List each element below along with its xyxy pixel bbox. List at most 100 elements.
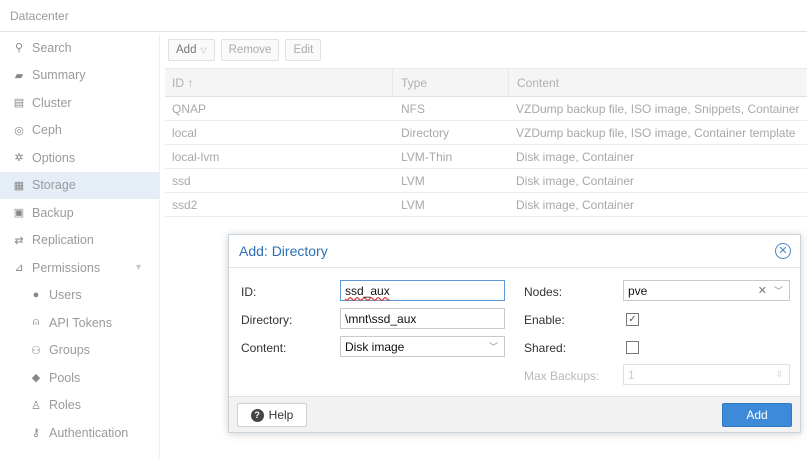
id-field-value: ssd_aux	[345, 283, 390, 298]
book-icon: ▰	[14, 69, 24, 82]
nodes-select[interactable]: pve ✕ ﹀	[623, 280, 790, 301]
content-select-value: Disk image	[345, 339, 405, 354]
breadcrumb: Datacenter	[0, 0, 807, 32]
content-select[interactable]: Disk image ﹀	[340, 336, 505, 357]
unlock-icon: ⊿	[14, 262, 24, 275]
sidebar-item-ceph[interactable]: ◎ Ceph	[0, 117, 159, 145]
cell-id: ssd2	[172, 197, 198, 212]
sidebar-item-label: Ceph	[32, 123, 62, 138]
sidebar-item-roles[interactable]: ♙ Roles	[0, 392, 159, 420]
clear-icon[interactable]: ✕	[758, 284, 767, 297]
sidebar-item-label: Cluster	[32, 95, 72, 110]
chevron-down-icon[interactable]: ▼	[134, 262, 143, 272]
id-label: ID:	[241, 285, 257, 299]
database-icon: ▦	[13, 179, 25, 192]
cell-content: VZDump backup file, ISO image, Container…	[516, 125, 796, 140]
storage-toolbar: Add ▽ Remove Edit	[168, 39, 322, 63]
sidebar: ⚲ Search ▰ Summary ▤ Cluster ◎ Ceph ✲ Options…	[0, 34, 160, 458]
column-header-type[interactable]: Type	[392, 69, 508, 96]
dialog-title: Add: Directory	[229, 235, 800, 268]
edit-button[interactable]: Edit	[285, 39, 322, 61]
sidebar-item-pools[interactable]: ◆ Pools	[0, 364, 159, 392]
dialog-add-button[interactable]: Add	[722, 403, 792, 427]
cell-id: local-lvm	[172, 149, 220, 164]
sidebar-item-label: Pools	[49, 370, 81, 385]
enable-label: Enable:	[524, 313, 565, 327]
sidebar-item-backup[interactable]: ▣ Backup	[0, 199, 159, 227]
column-header-id[interactable]: ID ↑	[165, 76, 392, 90]
sidebar-item-options[interactable]: ✲ Options	[0, 144, 159, 172]
grid-header: ID ↑ Type Content	[165, 68, 807, 97]
tags-icon: ◆	[31, 372, 41, 385]
column-header-content[interactable]: Content	[508, 69, 807, 96]
sidebar-item-label: Authentication	[49, 425, 129, 440]
sidebar-item-label: Backup	[32, 205, 74, 220]
sidebar-item-api-tokens[interactable]: ⍝ API Tokens	[0, 309, 159, 337]
sidebar-item-permissions[interactable]: ⊿ Permissions ▼	[0, 254, 159, 282]
content-label: Content:	[241, 341, 287, 355]
remove-button[interactable]: Remove	[220, 39, 280, 61]
dialog-footer: ? Help Add	[229, 396, 800, 432]
max-backups-value: 1	[628, 367, 635, 382]
sidebar-item-users[interactable]: ● Users	[0, 282, 159, 310]
sidebar-item-label: Groups	[49, 343, 90, 358]
sidebar-item-label: Roles	[49, 398, 81, 413]
table-row[interactable]: QNAP NFS VZDump backup file, ISO image, Sn…	[165, 97, 807, 121]
nodes-label: Nodes:	[524, 285, 563, 299]
add-button-label: Add	[176, 44, 197, 56]
cell-type: Directory	[401, 125, 450, 140]
gear-icon: ✲	[14, 152, 24, 165]
storage-grid: ID ↑ Type Content QNAP NFS VZDump backup f…	[165, 68, 807, 217]
help-button-label: Help	[268, 408, 294, 422]
add-directory-dialog: Add: Directory ✕ ID: ssd_aux Directory: …	[228, 234, 801, 433]
cell-content: VZDump backup file, ISO image, Snippets,…	[516, 101, 800, 116]
cell-type: NFS	[401, 101, 425, 116]
sidebar-item-label: Permissions	[32, 260, 101, 275]
sidebar-item-label: Users	[49, 288, 82, 303]
spinner-icon: ⇳	[775, 369, 783, 379]
close-icon[interactable]: ✕	[775, 243, 791, 259]
server-icon: ▤	[13, 97, 25, 110]
sidebar-item-label: API Tokens	[49, 315, 113, 330]
table-row[interactable]: ssd LVM Disk image, Container	[165, 169, 807, 193]
help-button[interactable]: ? Help	[237, 403, 307, 427]
directory-field[interactable]: \mnt\ssd_aux	[340, 308, 505, 329]
cell-id: ssd	[172, 173, 191, 188]
cell-type: LVM-Thin	[401, 149, 453, 164]
sidebar-item-label: Storage	[32, 178, 76, 193]
enable-checkbox[interactable]: ✓	[626, 313, 639, 326]
chevron-down-icon[interactable]: ﹀	[774, 284, 783, 297]
male-icon: ♙	[31, 399, 41, 412]
cell-content: Disk image, Container	[516, 149, 635, 164]
id-field[interactable]: ssd_aux	[340, 280, 505, 301]
ceph-icon: ◎	[14, 124, 24, 137]
sidebar-item-label: Search	[32, 40, 72, 55]
max-backups-field[interactable]: 1 ⇳	[623, 364, 790, 385]
sidebar-item-storage[interactable]: ▦ Storage	[0, 171, 159, 199]
table-row[interactable]: local-lvm LVM-Thin Disk image, Container	[165, 145, 807, 169]
chevron-down-icon: ▽	[200, 45, 207, 55]
table-row[interactable]: local Directory VZDump backup file, ISO im…	[165, 121, 807, 145]
sidebar-item-label: Summary	[32, 68, 86, 83]
sidebar-item-authentication[interactable]: ⚷ Authentication	[0, 419, 159, 447]
max-backups-label: Max Backups:	[524, 369, 600, 383]
shared-checkbox[interactable]	[626, 341, 639, 354]
directory-label: Directory:	[241, 313, 293, 327]
search-icon: ⚲	[14, 42, 24, 55]
sidebar-item-label: Replication	[32, 233, 94, 248]
sidebar-item-summary[interactable]: ▰ Summary	[0, 62, 159, 90]
sidebar-item-cluster[interactable]: ▤ Cluster	[0, 89, 159, 117]
sidebar-item-groups[interactable]: ⚇ Groups	[0, 337, 159, 365]
shared-label: Shared:	[524, 341, 567, 355]
table-row[interactable]: ssd2 LVM Disk image, Container	[165, 193, 807, 217]
key-icon: ⚷	[31, 427, 41, 440]
cell-id: QNAP	[172, 101, 207, 116]
sidebar-item-label: Options	[32, 150, 76, 165]
sidebar-item-search[interactable]: ⚲ Search	[0, 34, 159, 62]
add-button[interactable]: Add ▽	[168, 39, 215, 61]
user-icon: ●	[32, 289, 40, 302]
chevron-down-icon: ﹀	[488, 342, 498, 352]
sidebar-item-replication[interactable]: ⇄ Replication	[0, 227, 159, 255]
user-outline-icon: ⍝	[32, 316, 40, 329]
cell-content: Disk image, Container	[516, 197, 635, 212]
